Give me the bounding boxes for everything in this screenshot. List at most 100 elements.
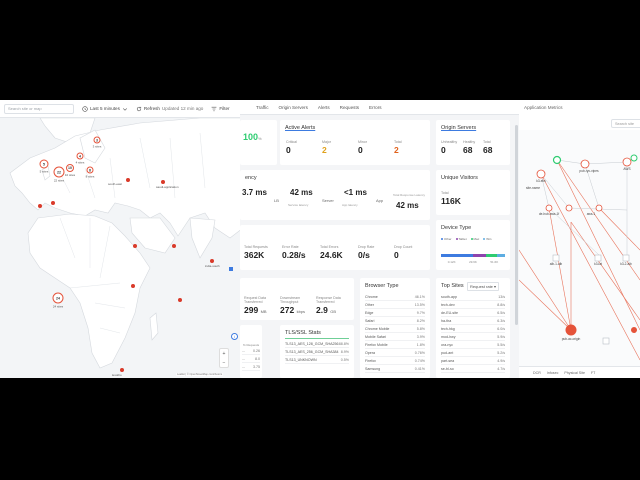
origin-servers-card[interactable]: Origin Servers Unhealthy 0 Healthy 68 Tota… bbox=[436, 120, 510, 165]
world-map[interactable]: 5 5 sites 22 22 sites 10 10 sites 4 4 si… bbox=[0, 118, 243, 378]
topology-legend: DCR Infosec Physical Site FT bbox=[519, 366, 640, 378]
alert-minor: Minor 0 bbox=[358, 140, 367, 155]
site-pin[interactable] bbox=[172, 244, 176, 248]
drop-rate: Drop Rate 0/s bbox=[358, 245, 375, 260]
topology-node-label[interactable]: site-name bbox=[526, 186, 540, 190]
server-latency: <1 ms bbox=[344, 188, 367, 197]
site-pin[interactable] bbox=[229, 267, 233, 271]
cluster-marker[interactable]: 5 5 sites bbox=[39, 159, 49, 174]
tab-alerts[interactable]: Alerts bbox=[318, 105, 330, 110]
requests-list-card: % Requests ... 0.26... 8.0... 3.75 bbox=[240, 325, 262, 378]
topology-node-label[interactable]: de-hub-aws-1f bbox=[539, 212, 559, 216]
row-value: 8.9% bbox=[340, 350, 349, 354]
cluster-marker[interactable]: 24 24 sites bbox=[52, 292, 64, 309]
topology-node-label[interactable]: k3-2-alb bbox=[620, 262, 632, 266]
row-name: TLS13_AES_128_GCM_SHA256 bbox=[285, 342, 339, 346]
site-pin[interactable] bbox=[161, 180, 165, 184]
cluster-count: 8 bbox=[86, 166, 94, 174]
tab-origin-servers[interactable]: Origin Servers bbox=[279, 105, 308, 110]
device-segment[interactable] bbox=[485, 254, 498, 257]
tab-errors[interactable]: Errors bbox=[369, 105, 382, 110]
site-pin[interactable] bbox=[126, 178, 130, 182]
server-label: Server bbox=[322, 198, 334, 203]
time-range-label: Last 5 minutes bbox=[90, 106, 120, 111]
drop-count: Drop Count 0 bbox=[394, 245, 413, 260]
row-name: ... bbox=[242, 365, 245, 369]
tab-traffic[interactable]: Traffic bbox=[256, 105, 269, 110]
map-window: Search site or map Last 5 minutes Refres… bbox=[0, 100, 243, 378]
device-segment[interactable] bbox=[497, 254, 505, 257]
time-range-selector[interactable]: Last 5 minutes bbox=[82, 105, 128, 112]
topology-node-label[interactable]: pub-ryc-vipes bbox=[579, 169, 598, 173]
legend-infosec: Infosec bbox=[546, 370, 559, 375]
requests-header: % Requests bbox=[243, 343, 260, 347]
total-requests: Total Requests 362K bbox=[244, 245, 268, 260]
tab-requests[interactable]: Requests bbox=[340, 105, 359, 110]
row-value: 13/s bbox=[498, 295, 505, 299]
list-row: Safari 8.2% bbox=[365, 319, 425, 325]
row-value: 5.9/s bbox=[497, 335, 505, 339]
site-pin[interactable] bbox=[51, 201, 55, 205]
row-value: 4.7/s bbox=[497, 367, 505, 371]
row-value: 8.0 bbox=[255, 357, 260, 361]
row-name: de-EU-site bbox=[441, 311, 458, 315]
site-pin[interactable] bbox=[38, 204, 42, 208]
list-row: ora-nyc 5.5/s bbox=[441, 343, 505, 349]
row-name: south-app bbox=[441, 295, 457, 299]
cluster-marker[interactable]: 3 3 sites bbox=[93, 136, 101, 149]
topology-search-input[interactable]: Search site bbox=[611, 119, 640, 128]
list-row: ha-tha 6.3/s bbox=[441, 319, 505, 325]
refresh-button[interactable]: Refresh Updated 12 min ago bbox=[136, 106, 203, 112]
row-name: Samsung bbox=[365, 367, 381, 371]
info-icon[interactable]: i bbox=[231, 333, 238, 340]
dashboard-scrollbar[interactable] bbox=[515, 125, 518, 325]
site-pin[interactable] bbox=[131, 284, 135, 288]
total-errors: Total Errors 24.6K bbox=[320, 245, 343, 260]
row-name: mod-hwy bbox=[441, 335, 456, 339]
list-row: de-EU-site 6.5/s bbox=[441, 311, 505, 317]
site-pin[interactable] bbox=[133, 244, 137, 248]
cluster-marker[interactable]: 8 8 sites bbox=[86, 166, 94, 179]
client-latency: 3.7 ms bbox=[242, 188, 267, 197]
topology-header: Application Metrics bbox=[519, 100, 640, 114]
topology-node-label[interactable]: pub-ac-origin bbox=[562, 337, 581, 341]
zoom-out-button[interactable]: − bbox=[223, 360, 226, 366]
cluster-marker[interactable]: 4 4 sites bbox=[76, 152, 84, 165]
cluster-marker[interactable]: 22 22 sites bbox=[53, 166, 65, 183]
topology-graph-graphic bbox=[519, 154, 640, 361]
topology-node-label[interactable]: k3-eks bbox=[536, 179, 545, 183]
device-segment[interactable] bbox=[473, 254, 486, 257]
topology-graph[interactable]: k3-eks pub-ryc-vipes AWS site-name de-hu… bbox=[519, 130, 640, 366]
total-latency: 42 ms bbox=[396, 201, 419, 210]
site-pin[interactable] bbox=[178, 298, 182, 302]
topology-node-label[interactable]: k3-lat bbox=[594, 262, 602, 266]
alert-major: Major 2 bbox=[322, 140, 331, 155]
application-metrics-tab[interactable]: Application Metrics bbox=[524, 105, 563, 110]
device-axis: 0.12K 29.6K 51.6K bbox=[447, 260, 499, 264]
row-name: Chrome bbox=[365, 295, 378, 299]
active-alerts-card[interactable]: Active Alerts Critical 0 Major 2 Minor 0 To… bbox=[280, 120, 430, 165]
topology-node-label[interactable]: alb-1-alb bbox=[550, 262, 562, 266]
device-distribution-bar[interactable] bbox=[441, 254, 505, 257]
row-name: tech-dev bbox=[441, 303, 455, 307]
zoom-in-button[interactable]: + bbox=[223, 351, 226, 357]
site-pin[interactable] bbox=[120, 368, 124, 372]
row-value: 5.8% bbox=[416, 327, 425, 331]
zoom-control: + − bbox=[219, 348, 229, 368]
site-pin[interactable] bbox=[210, 259, 214, 263]
device-segment[interactable] bbox=[441, 254, 473, 257]
topology-node-label[interactable]: AWS bbox=[623, 167, 630, 171]
legend-tablet: Tablet bbox=[455, 237, 467, 241]
origin-total: Total 68 bbox=[483, 140, 493, 155]
cluster-marker[interactable]: 10 10 sites bbox=[65, 164, 75, 177]
top-sites-metric-select[interactable]: Request rate ▾ bbox=[467, 282, 500, 291]
row-value: 88.8% bbox=[338, 342, 349, 346]
topology-node-label[interactable]: aws-1 bbox=[587, 212, 596, 216]
filter-button[interactable]: Filter bbox=[211, 106, 230, 112]
list-row: Opera 0.76% bbox=[365, 351, 425, 357]
site-search-input[interactable]: Search site or map bbox=[4, 103, 74, 114]
map-attribution[interactable]: Leaflet | © OpenStreetMap contributors bbox=[176, 373, 224, 376]
legend-ft: FT bbox=[590, 370, 596, 375]
row-value: 0.74% bbox=[414, 359, 425, 363]
filter-icon bbox=[211, 106, 217, 111]
